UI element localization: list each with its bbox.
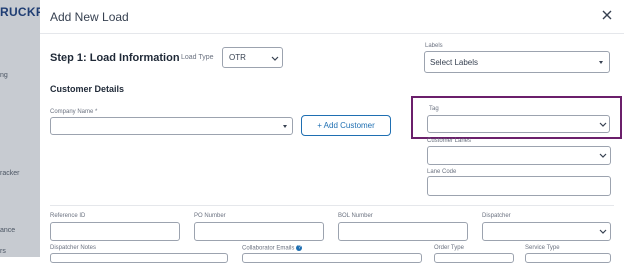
customer-lanes-select[interactable] [427, 146, 611, 165]
service-type-label: Service Type [525, 245, 560, 251]
info-icon[interactable]: ? [296, 245, 303, 251]
nav-fragment: ance [0, 227, 16, 234]
reference-id-input[interactable] [50, 222, 180, 241]
company-name-label: Company Name * [50, 109, 98, 115]
nav-fragment: ng [0, 72, 8, 79]
collaborator-emails-text: Collaborator Emails [242, 245, 295, 252]
header-divider [40, 33, 624, 34]
bol-number-label: BOL Number [338, 213, 373, 219]
labels-select[interactable]: Select Labels [424, 51, 610, 73]
section-divider [50, 205, 614, 206]
add-customer-button[interactable]: + Add Customer [301, 115, 391, 136]
chevron-down-icon [599, 153, 607, 158]
load-type-select[interactable]: OTR [222, 47, 283, 68]
dispatcher-label: Dispatcher [482, 213, 511, 219]
order-type-select[interactable] [434, 253, 514, 263]
dispatcher-notes-label: Dispatcher Notes [50, 245, 97, 251]
caret-down-icon [599, 61, 603, 64]
collaborator-emails-input[interactable] [242, 253, 422, 263]
labels-placeholder: Select Labels [430, 58, 479, 67]
company-name-select[interactable] [50, 117, 293, 135]
dispatcher-notes-input[interactable] [50, 253, 228, 263]
lane-code-label: Lane Code [427, 169, 457, 175]
step-title: Step 1: Load Information [50, 52, 180, 64]
collaborator-emails-label: Collaborator Emails? [242, 245, 303, 252]
modal-title: Add New Load [50, 10, 129, 24]
chevron-down-icon [271, 56, 279, 61]
order-type-label: Order Type [434, 245, 464, 251]
tag-select[interactable] [427, 115, 610, 133]
bol-number-input[interactable] [338, 222, 468, 241]
chevron-down-icon [599, 122, 607, 127]
caret-down-icon [283, 125, 287, 128]
po-number-input[interactable] [194, 222, 324, 241]
nav-fragment: racker [0, 170, 20, 177]
service-type-select[interactable] [525, 253, 611, 263]
add-load-modal: Add New Load Step 1: Load Information Lo… [40, 0, 624, 263]
nav-fragment: rs [0, 248, 6, 255]
po-number-label: PO Number [194, 213, 226, 219]
load-type-label: Load Type [181, 54, 214, 61]
reference-id-label: Reference ID [50, 213, 86, 219]
customer-lanes-label: Customer Lanes [427, 138, 472, 144]
chevron-down-icon [599, 229, 607, 234]
dispatcher-select[interactable] [482, 222, 611, 241]
customer-details-title: Customer Details [50, 84, 125, 94]
labels-label: Labels [425, 43, 443, 49]
background-sidebar: RUCKPI ng racker ance rs [0, 0, 48, 257]
load-type-value: OTR [229, 53, 246, 62]
close-icon[interactable] [601, 8, 613, 20]
lane-code-input[interactable] [427, 176, 611, 196]
tag-label: Tag [429, 106, 439, 112]
